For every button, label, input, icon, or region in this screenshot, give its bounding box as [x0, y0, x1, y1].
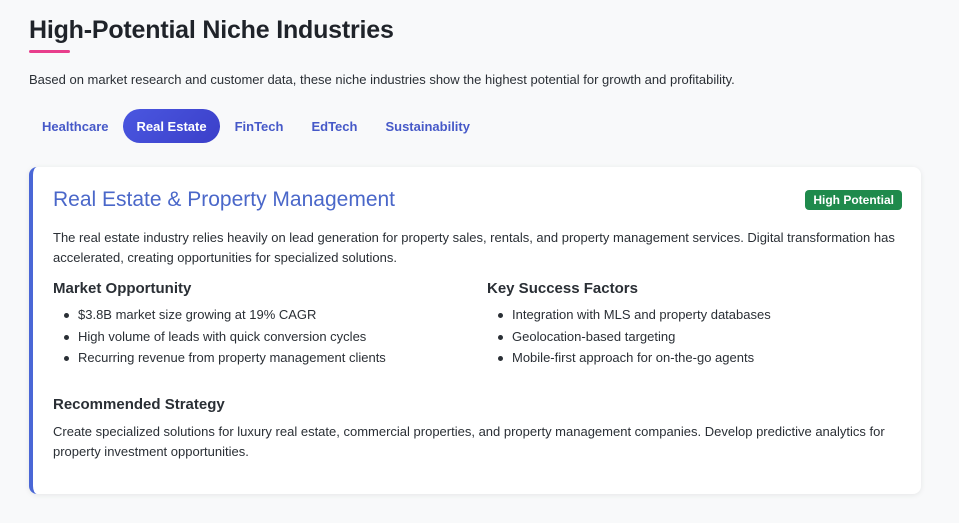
page-intro: Based on market research and customer da… [29, 72, 735, 87]
success-factors-list: Integration with MLS and property databa… [487, 304, 771, 369]
market-opportunity-heading: Market Opportunity [53, 280, 192, 297]
potential-badge: High Potential [805, 190, 902, 210]
list-item: High volume of leads with quick conversi… [53, 326, 386, 348]
bullet-icon [64, 334, 69, 340]
market-opportunity-list: $3.8B market size growing at 19% CAGR Hi… [53, 304, 386, 369]
list-item-text: Geolocation-based targeting [512, 328, 676, 344]
title-underline [29, 50, 70, 53]
tab-sustainability[interactable]: Sustainability [372, 109, 483, 143]
strategy-text: Create specialized solutions for luxury … [53, 424, 885, 459]
list-item-text: High volume of leads with quick conversi… [78, 328, 367, 344]
card-description: The real estate industry relies heavily … [53, 230, 895, 265]
list-item: Recurring revenue from property manageme… [53, 347, 386, 369]
bullet-icon [64, 356, 69, 361]
list-item: Geolocation-based targeting [487, 326, 771, 348]
industry-card: Real Estate & Property Management High P… [29, 167, 921, 494]
card-title: Real Estate & Property Management [53, 188, 396, 211]
bullet-icon [498, 334, 503, 340]
success-factors-heading: Key Success Factors [487, 280, 638, 297]
list-item: $3.8B market size growing at 19% CAGR [53, 304, 386, 326]
industry-tabs: Healthcare Real Estate FinTech EdTech Su… [29, 109, 485, 143]
bullet-icon [498, 313, 503, 318]
page-title: High-Potential Niche Industries [29, 16, 394, 44]
list-item-text: Integration with MLS and property databa… [512, 307, 771, 322]
tab-real-estate[interactable]: Real Estate [123, 109, 220, 143]
list-item: Mobile-first approach for on-the-go agen… [487, 347, 771, 369]
list-item: Integration with MLS and property databa… [487, 304, 771, 326]
list-item-text: Mobile-first approach for on-the-go agen… [512, 350, 755, 365]
list-item-text: $3.8B market size growing at 19% CAGR [78, 307, 317, 322]
tab-edtech[interactable]: EdTech [298, 109, 370, 143]
list-item-text: Recurring revenue from property manageme… [78, 350, 386, 365]
bullet-icon [64, 313, 69, 318]
page: High-Potential Niche Industries Based on… [0, 0, 959, 523]
tab-healthcare[interactable]: Healthcare [29, 109, 121, 143]
bullet-icon [498, 356, 503, 361]
strategy-heading: Recommended Strategy [53, 396, 225, 413]
tab-fintech[interactable]: FinTech [222, 109, 297, 143]
